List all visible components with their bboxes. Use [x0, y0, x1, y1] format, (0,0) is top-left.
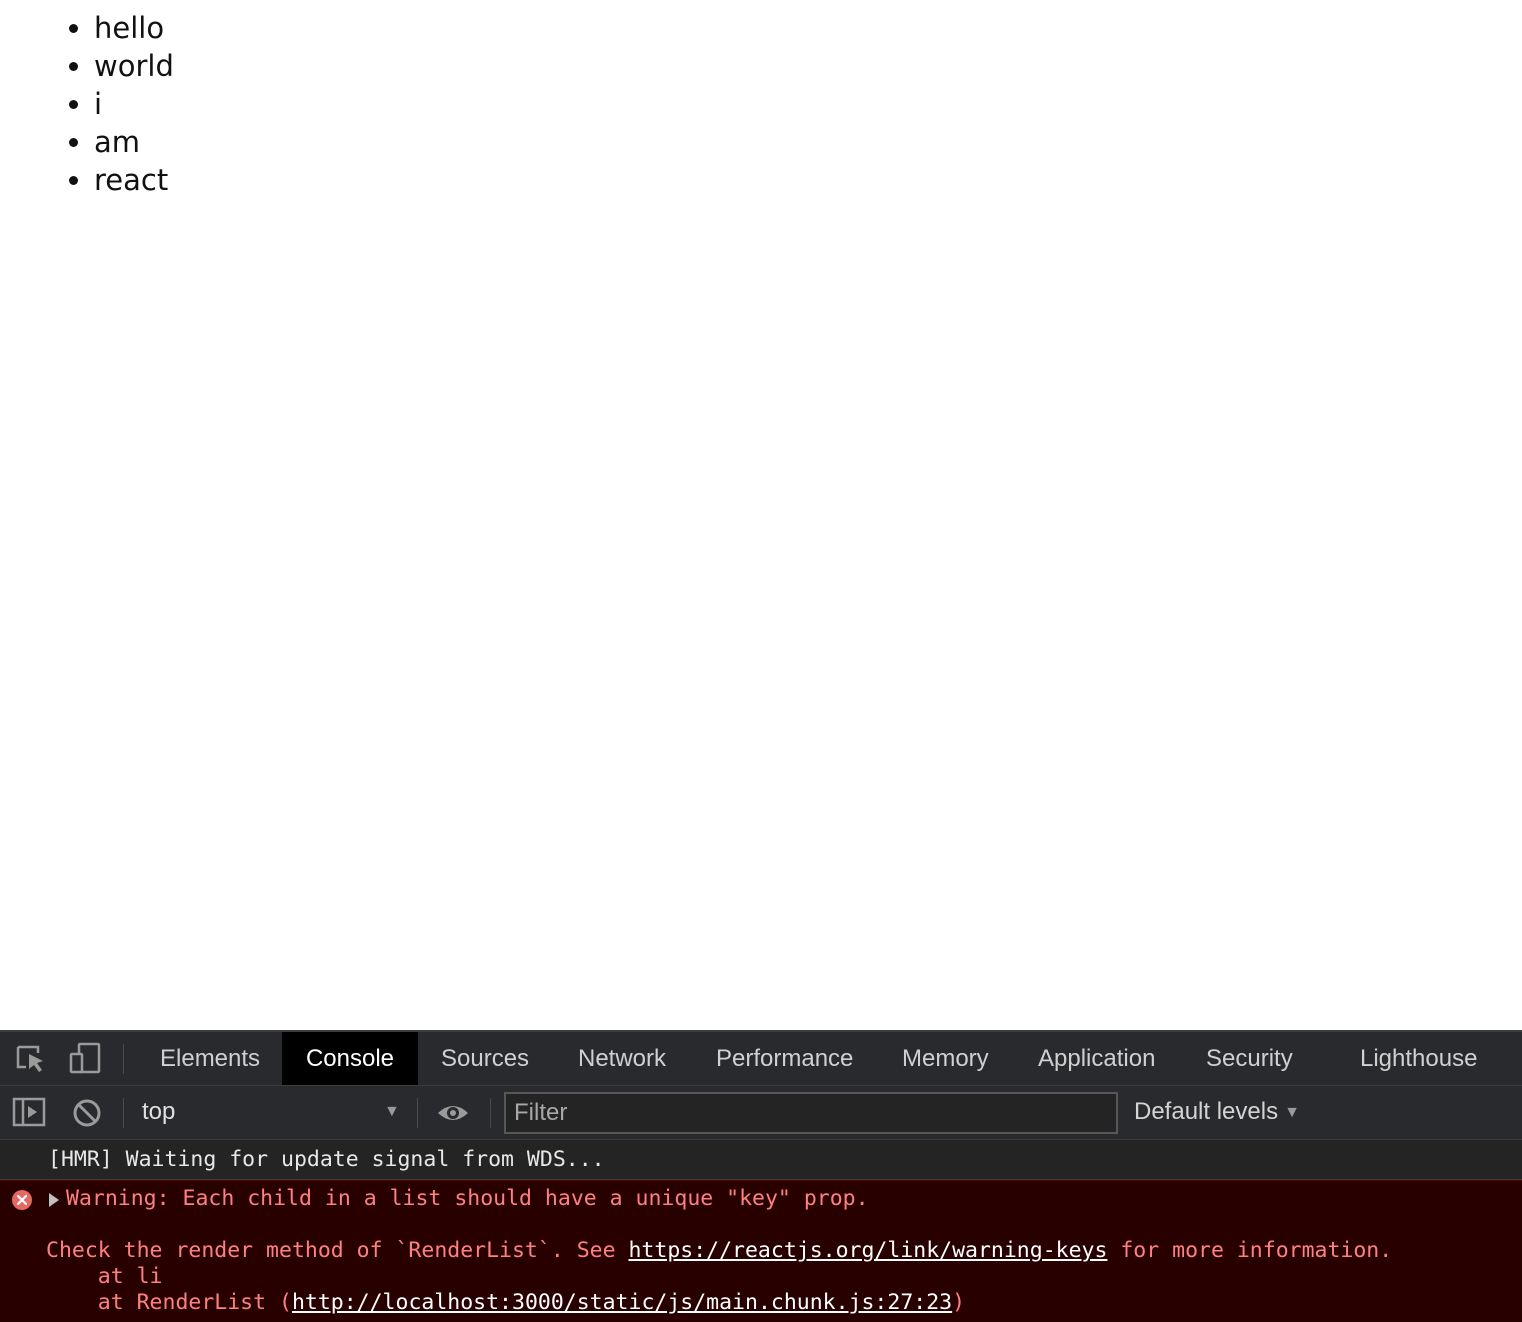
devtools-panel: Elements Console Sources Network Perform…: [0, 1030, 1522, 1322]
device-toolbar-icon[interactable]: [68, 1041, 102, 1075]
list-item: react: [94, 161, 174, 199]
inspect-element-icon[interactable]: [14, 1041, 48, 1075]
page-list: hello world i am react: [0, 9, 174, 199]
toolbar-divider: [417, 1098, 418, 1128]
expand-triangle-icon[interactable]: [49, 1193, 59, 1207]
stack-frame-renderlist: at RenderList (http://localhost:3000/sta…: [46, 1290, 965, 1316]
tab-security[interactable]: Security: [1206, 1032, 1293, 1085]
filter-input[interactable]: [504, 1092, 1118, 1134]
source-location-link[interactable]: http://localhost:3000/static/js/main.chu…: [292, 1290, 952, 1315]
log-message-text: [HMR] Waiting for update signal from WDS…: [48, 1147, 605, 1172]
list-item: world: [94, 47, 174, 85]
console-error-message: Warning: Each child in a list should hav…: [0, 1180, 1522, 1322]
error-detail-line: Check the render method of `RenderList`.…: [46, 1238, 1392, 1264]
stack-frame-text: ): [952, 1290, 966, 1315]
console-log-message: [HMR] Waiting for update signal from WDS…: [0, 1140, 1522, 1180]
live-expression-eye-icon[interactable]: [436, 1096, 470, 1130]
tab-network[interactable]: Network: [578, 1032, 666, 1085]
list-item: i: [94, 85, 174, 123]
toolbar-divider: [123, 1044, 124, 1074]
tab-lighthouse[interactable]: Lighthouse: [1360, 1032, 1477, 1085]
clear-console-icon[interactable]: [70, 1096, 104, 1130]
error-summary: Warning: Each child in a list should hav…: [66, 1186, 869, 1211]
stack-frame-text: at RenderList (: [46, 1290, 292, 1315]
list-item: am: [94, 123, 174, 161]
tab-performance[interactable]: Performance: [716, 1032, 853, 1085]
toolbar-divider: [123, 1098, 124, 1128]
context-selector[interactable]: top ▼: [130, 1092, 410, 1132]
list-item: hello: [94, 9, 174, 47]
console-toolbar: top ▼ Default levels ▼: [0, 1086, 1522, 1140]
sidebar-toggle-icon[interactable]: [12, 1096, 46, 1130]
log-levels-label: Default levels: [1134, 1098, 1279, 1125]
error-icon: [12, 1190, 32, 1210]
devtools-tab-bar: Elements Console Sources Network Perform…: [0, 1032, 1522, 1086]
stack-frame-li: at li: [46, 1264, 163, 1289]
warning-keys-link[interactable]: https://reactjs.org/link/warning-keys: [628, 1238, 1107, 1263]
tab-elements[interactable]: Elements: [160, 1032, 260, 1085]
error-detail-text: for more information.: [1107, 1238, 1393, 1263]
tab-sources[interactable]: Sources: [441, 1032, 529, 1085]
browser-viewport: hello world i am react Elements Console: [0, 0, 1522, 1322]
tab-memory[interactable]: Memory: [902, 1032, 989, 1085]
tab-application[interactable]: Application: [1038, 1032, 1155, 1085]
dropdown-arrow-icon: ▼: [1284, 1104, 1300, 1121]
toolbar-divider: [490, 1098, 491, 1128]
dropdown-arrow-icon: ▼: [384, 1103, 400, 1120]
log-levels-dropdown[interactable]: Default levels ▼: [1134, 1092, 1300, 1133]
error-detail-text: Check the render method of `RenderList`.…: [46, 1238, 629, 1263]
console-output: [HMR] Waiting for update signal from WDS…: [0, 1140, 1522, 1322]
context-selector-value: top: [142, 1098, 176, 1125]
tab-console[interactable]: Console: [282, 1032, 418, 1085]
